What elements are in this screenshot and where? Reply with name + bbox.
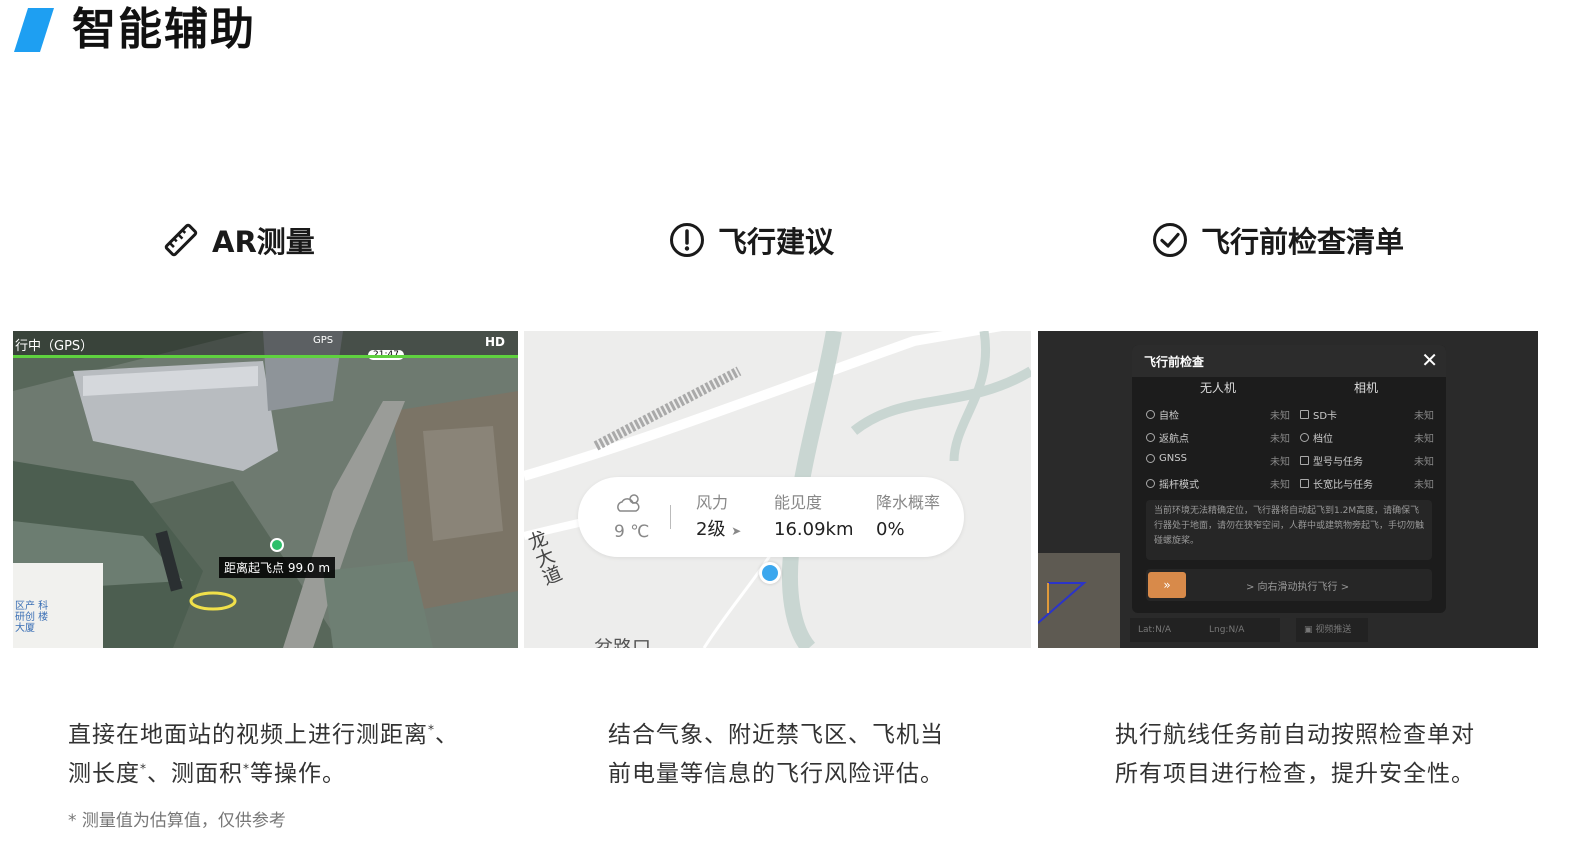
status-text: 未知 <box>1414 480 1434 491</box>
close-icon[interactable]: ✕ <box>1421 348 1438 372</box>
feature-title-checklist: 飞行前检查清单 <box>1151 220 1404 260</box>
video-icon: ▣ <box>1304 625 1316 635</box>
cloudy-sun-icon <box>617 494 640 512</box>
weather-card: 9 ℃ 风力 2级 ➤ 能见度 16.09km 降水概率 0% <box>578 477 964 557</box>
flight-advice-description: 结合气象、附近禁飞区、飞机当 前电量等信息的飞行风险评估。 <box>608 722 944 787</box>
dialog-title: 飞行前检查 <box>1144 355 1205 369</box>
feature-title-flight-advice: 飞行建议 <box>668 220 834 260</box>
home-point-icon <box>1146 433 1155 442</box>
coordinate-bar: Lat:N/A Lng:N/A ▣ 视频推送 <box>1128 618 1538 644</box>
road-label-2: 岔路口 <box>594 637 652 648</box>
camera-icon <box>1300 456 1309 465</box>
page-title: 智能辅助 <box>72 4 256 55</box>
map-fragment <box>1038 553 1120 648</box>
gear-mode-icon <box>1300 433 1309 442</box>
preflight-checklist-screenshot: 飞行前检查 ✕ 无人机 相机 自检 返航点 GNSS 摇杆模式 未知 未知 未知… <box>1038 331 1538 648</box>
check-item-home-point[interactable]: 返航点 <box>1146 430 1189 445</box>
check-item-aspect-task[interactable]: 长宽比与任务 <box>1300 476 1373 491</box>
precip-label: 降水概率 <box>876 493 941 512</box>
status-text: 未知 <box>1270 434 1290 445</box>
check-item-gnss[interactable]: GNSS <box>1146 453 1187 464</box>
ruler-icon <box>164 223 198 257</box>
joystick-icon <box>1146 479 1155 488</box>
gps-indicator: GPS <box>313 335 334 346</box>
status-text: 未知 <box>1414 457 1434 468</box>
alert-circle-icon <box>670 223 704 257</box>
flight-advice-screenshot: 9 ℃ 风力 2级 ➤ 能见度 16.09km 降水概率 0% 龙大道 岔路口 <box>524 331 1031 648</box>
precip-value: 0% <box>876 519 905 540</box>
aircraft-location-marker[interactable] <box>759 562 781 584</box>
ar-measure-screenshot: 行中（GPS） GPS 21:47 HD 距离起飞点 99.0 m 区产 科研创… <box>13 331 518 648</box>
flight-mode-text: 行中（GPS） <box>15 339 94 354</box>
aspect-ratio-icon <box>1300 479 1309 488</box>
visibility-value: 16.09km <box>774 519 854 540</box>
takeoff-point-marker[interactable] <box>270 538 284 552</box>
check-item-model-task[interactable]: 型号与任务 <box>1300 453 1363 468</box>
location-pin-icon <box>1146 454 1155 463</box>
checklist-description: 执行航线任务前自动按照检查单对 所有项目进行检查，提升安全性。 <box>1115 722 1475 787</box>
check-item-gear[interactable]: 档位 <box>1300 430 1333 445</box>
check-item-stick-mode[interactable]: 摇杆模式 <box>1146 476 1199 491</box>
status-text: 未知 <box>1270 411 1290 422</box>
feature-title-ar: AR测量 <box>162 220 315 260</box>
sd-card-icon <box>1300 410 1309 419</box>
slide-hint: > 向右滑动执行飞行 > <box>1246 582 1350 593</box>
video-push-button[interactable]: ▣ 视频推送 <box>1296 618 1368 642</box>
header-accent-stripe <box>14 8 54 52</box>
check-item-self-test[interactable]: 自检 <box>1146 407 1179 422</box>
dialog-header: 飞行前检查 ✕ <box>1132 345 1446 377</box>
ar-description: 直接在地面站的视频上进行测距离*、 测长度*、测面积*等操作。 <box>68 722 459 787</box>
wind-value: 2级 ➤ <box>696 519 742 540</box>
status-text: 未知 <box>1414 434 1434 445</box>
status-green-line <box>13 355 518 358</box>
slide-handle[interactable]: » <box>1148 572 1186 598</box>
minimap-label: 区产 科研创 楼大厦 <box>15 601 49 634</box>
ar-status-bar: 行中（GPS） GPS 21:47 HD <box>13 331 518 360</box>
column-drone: 无人机 <box>1200 381 1237 395</box>
distance-readout: 距离起飞点 99.0 m <box>219 557 336 578</box>
wind-label: 风力 <box>696 493 729 512</box>
visibility-label: 能见度 <box>774 493 823 512</box>
feature-title-label: AR测量 <box>212 225 315 259</box>
status-text: 未知 <box>1270 480 1290 491</box>
self-test-icon <box>1146 410 1155 419</box>
weather-separator <box>670 505 671 529</box>
measurement-footnote: * 测量值为估算值，仅供参考 <box>68 811 286 831</box>
temperature-value: 9 ℃ <box>614 522 650 542</box>
check-circle-icon <box>1153 223 1187 257</box>
feature-title-label: 飞行建议 <box>718 225 835 259</box>
flight-route-shape <box>1038 582 1087 624</box>
longitude-readout: Lng:N/A <box>1209 625 1245 635</box>
preflight-check-dialog: 飞行前检查 ✕ 无人机 相机 自检 返航点 GNSS 摇杆模式 未知 未知 未知… <box>1132 345 1446 613</box>
safety-notice: 当前环境无法精确定位，飞行器将自动起飞到1.2M高度，请确保飞行器处于地面，请勿… <box>1146 500 1432 560</box>
hd-signal-indicator: HD <box>485 335 506 349</box>
slide-to-fly-control[interactable]: » > 向右滑动执行飞行 > <box>1146 569 1432 601</box>
status-text: 未知 <box>1414 411 1434 422</box>
column-camera: 相机 <box>1354 381 1379 395</box>
minimap[interactable]: 区产 科研创 楼大厦 <box>13 563 103 648</box>
status-text: 未知 <box>1270 457 1290 468</box>
check-item-sd-card[interactable]: SD卡 <box>1300 407 1337 422</box>
wind-direction-icon: ➤ <box>731 524 742 538</box>
feature-title-label: 飞行前检查清单 <box>1201 225 1405 259</box>
